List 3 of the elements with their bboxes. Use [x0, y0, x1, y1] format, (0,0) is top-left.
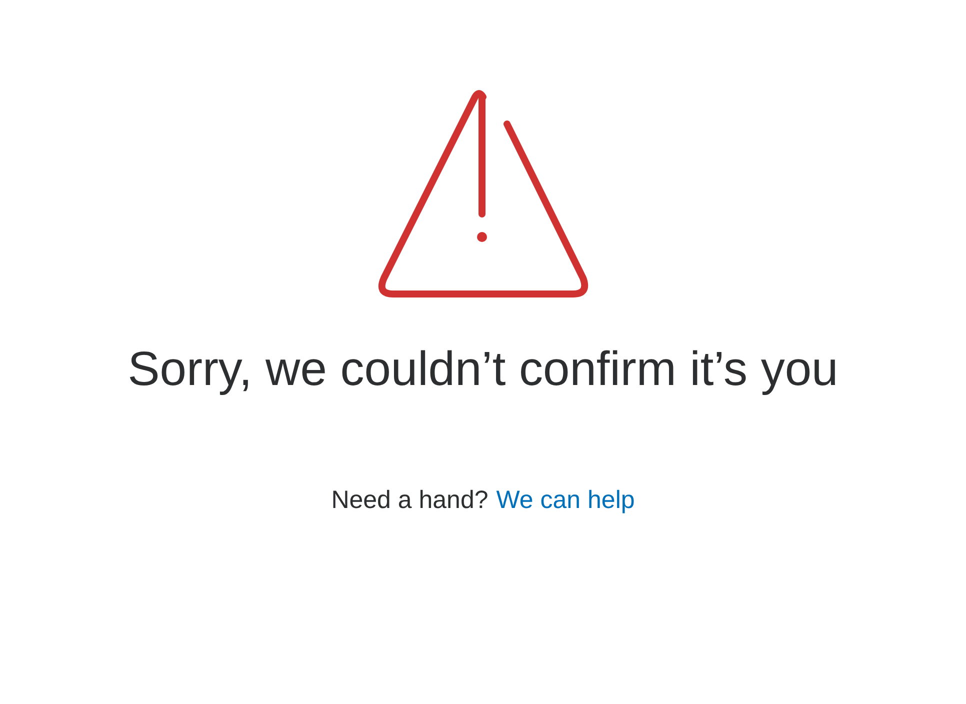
help-link[interactable]: We can help	[496, 482, 635, 520]
error-heading: Sorry, we couldn’t confirm it’s you	[128, 342, 838, 398]
help-text: Need a hand?	[331, 485, 488, 516]
